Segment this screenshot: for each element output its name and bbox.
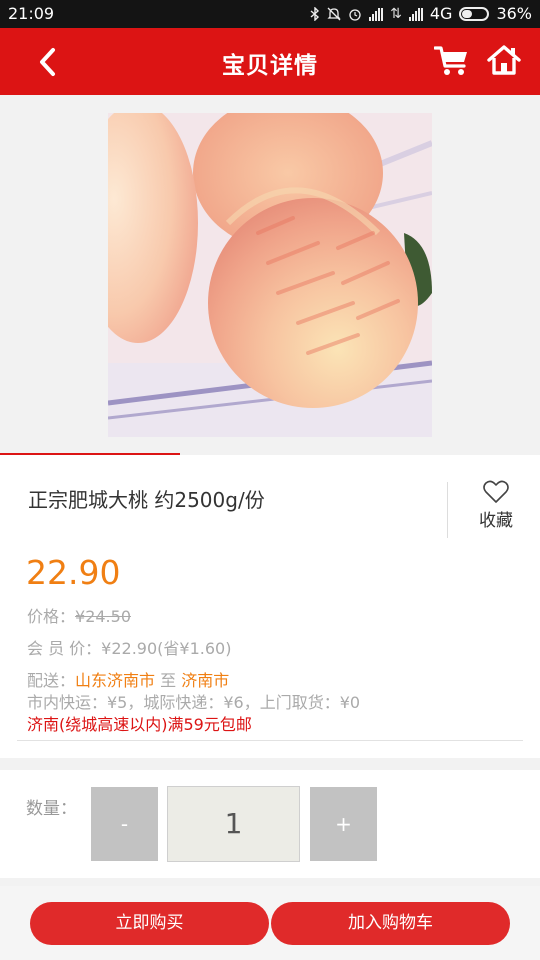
status-icons: ⇅ 4G 36%	[310, 4, 532, 23]
quantity-label: 数量：	[26, 799, 77, 819]
product-image[interactable]	[108, 113, 432, 437]
product-name: 正宗肥城大桃 约2500g/份	[28, 488, 265, 512]
buy-now-button[interactable]: 立即购买	[30, 902, 269, 945]
app-header: 宝贝详情	[0, 28, 540, 95]
battery-icon	[459, 6, 490, 21]
favorite-button[interactable]: 收藏	[468, 480, 524, 531]
shopping-cart-icon[interactable]	[434, 44, 470, 78]
action-bar: 立即购买 加入购物车	[0, 886, 540, 960]
original-price-label: 价格：	[27, 607, 76, 626]
battery-percent: 36%	[496, 4, 532, 23]
favorite-label: 收藏	[479, 511, 513, 531]
product-gallery[interactable]	[0, 95, 540, 455]
delivery-to-word: 至	[155, 671, 182, 690]
delivery-label: 配送：	[27, 671, 76, 690]
product-info: 正宗肥城大桃 约2500g/份 收藏 22.90 价格：¥24.50 会 员 价…	[0, 455, 540, 758]
data-arrows-icon: ⇅	[390, 5, 402, 22]
alarm-icon	[349, 8, 361, 21]
peach-illustration	[108, 113, 432, 437]
quantity-increment-button[interactable]: +	[310, 787, 377, 861]
delivery-to[interactable]: 济南市	[181, 671, 229, 690]
status-time: 21:09	[8, 4, 55, 23]
network-type: 4G	[429, 4, 453, 23]
quantity-decrement-button[interactable]: -	[91, 787, 158, 861]
delivery-row: 配送：山东济南市 至 济南市	[27, 667, 229, 691]
delivery-from[interactable]: 山东济南市	[75, 671, 155, 690]
divider	[17, 740, 523, 741]
home-icon[interactable]	[486, 42, 522, 78]
shipping-fees: 市内快运：¥5，城际快递：¥6，上门取货：¥0	[27, 693, 361, 712]
original-price-row: 价格：¥24.50	[27, 603, 131, 627]
free-shipping-note: 济南(绕城高速以内)满59元包邮	[27, 715, 252, 734]
status-bar: 21:09 ⇅ 4G 36%	[0, 0, 540, 28]
original-price: ¥24.50	[75, 607, 131, 626]
add-to-cart-button[interactable]: 加入购物车	[271, 902, 510, 945]
quantity-section: 数量： - 1 +	[0, 770, 540, 878]
battery-fill	[462, 9, 472, 18]
current-price: 22.90	[26, 553, 121, 592]
signal-icon	[408, 7, 423, 21]
mute-icon	[327, 7, 341, 20]
bluetooth-icon	[310, 6, 320, 21]
member-price: 会 员 价：¥22.90(省¥1.60)	[27, 639, 232, 658]
divider	[447, 482, 448, 538]
quantity-input[interactable]: 1	[167, 786, 300, 862]
signal-icon	[369, 7, 384, 21]
heart-icon	[483, 480, 509, 503]
